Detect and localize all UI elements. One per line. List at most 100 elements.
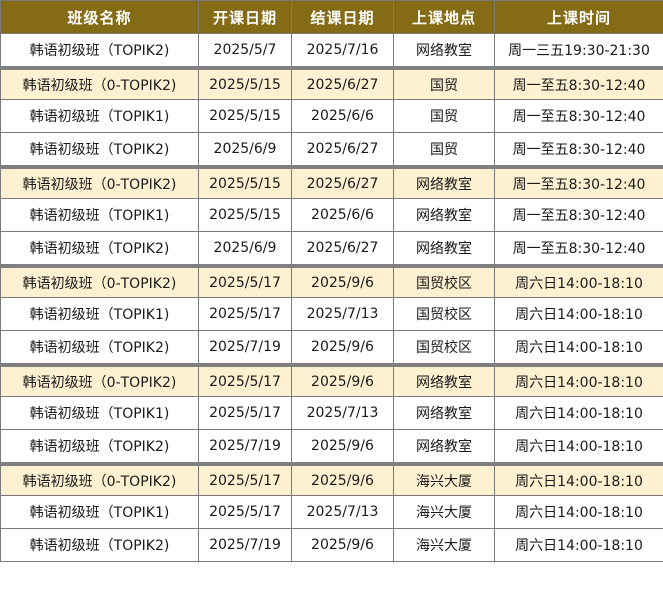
cell-class-time: 周一至五8:30-12:40 [494, 231, 663, 267]
cell-class-name: 韩语初级班（TOPIK2) [0, 132, 199, 168]
cell-start-date: 2025/7/19 [198, 330, 292, 366]
cell-location: 网络教室 [393, 363, 495, 397]
cell-class-name: 韩语初级班（0-TOPIK2) [0, 462, 199, 496]
header-class-time: 上课时间 [494, 0, 663, 34]
cell-location: 网络教室 [393, 429, 495, 465]
table-row: 韩语初级班（0-TOPIK2) 2025/5/17 2025/9/6 海兴大厦 … [0, 462, 663, 496]
cell-start-date: 2025/5/15 [198, 198, 292, 232]
header-start-date: 开课日期 [198, 0, 292, 34]
cell-end-date: 2025/6/27 [291, 66, 394, 100]
class-schedule-table: 班级名称 开课日期 结课日期 上课地点 上课时间 韩语初级班（TOPIK2) 2… [0, 0, 663, 562]
cell-class-time: 周六日14:00-18:10 [494, 462, 663, 496]
table-row: 韩语初级班（TOPIK2) 2025/6/9 2025/6/27 网络教室 周一… [0, 231, 663, 267]
cell-end-date: 2025/9/6 [291, 264, 394, 298]
table-row: 韩语初级班（TOPIK2) 2025/7/19 2025/9/6 网络教室 周六… [0, 429, 663, 465]
cell-location: 国贸 [393, 99, 495, 133]
cell-start-date: 2025/6/9 [198, 132, 292, 168]
cell-start-date: 2025/5/15 [198, 99, 292, 133]
header-location: 上课地点 [393, 0, 495, 34]
cell-start-date: 2025/6/9 [198, 231, 292, 267]
cell-end-date: 2025/6/27 [291, 165, 394, 199]
header-class-name: 班级名称 [0, 0, 199, 34]
table-row: 韩语初级班（0-TOPIK2) 2025/5/17 2025/9/6 国贸校区 … [0, 264, 663, 298]
cell-class-time: 周一三五19:30-21:30 [494, 33, 663, 69]
cell-start-date: 2025/5/17 [198, 462, 292, 496]
cell-location: 国贸校区 [393, 330, 495, 366]
cell-start-date: 2025/5/15 [198, 165, 292, 199]
cell-end-date: 2025/7/16 [291, 33, 394, 69]
table-header: 班级名称 开课日期 结课日期 上课地点 上课时间 [0, 0, 663, 34]
cell-location: 国贸 [393, 132, 495, 168]
cell-start-date: 2025/5/17 [198, 363, 292, 397]
table-row: 韩语初级班（TOPIK1) 2025/5/15 2025/6/6 网络教室 周一… [0, 198, 663, 232]
table-row: 韩语初级班（TOPIK2) 2025/5/7 2025/7/16 网络教室 周一… [0, 33, 663, 69]
cell-class-time: 周六日14:00-18:10 [494, 363, 663, 397]
cell-class-name: 韩语初级班（0-TOPIK2) [0, 363, 199, 397]
cell-start-date: 2025/5/17 [198, 495, 292, 529]
cell-location: 网络教室 [393, 396, 495, 430]
cell-location: 网络教室 [393, 165, 495, 199]
cell-end-date: 2025/9/6 [291, 363, 394, 397]
cell-class-name: 韩语初级班（TOPIK2) [0, 33, 199, 69]
cell-class-time: 周一至五8:30-12:40 [494, 198, 663, 232]
table-row: 韩语初级班（TOPIK1) 2025/5/17 2025/7/13 国贸校区 周… [0, 297, 663, 331]
cell-class-name: 韩语初级班（TOPIK1) [0, 198, 199, 232]
cell-class-name: 韩语初级班（TOPIK2) [0, 231, 199, 267]
cell-end-date: 2025/7/13 [291, 495, 394, 529]
cell-class-name: 韩语初级班（TOPIK1) [0, 396, 199, 430]
header-row: 班级名称 开课日期 结课日期 上课地点 上课时间 [0, 0, 663, 34]
cell-end-date: 2025/6/6 [291, 99, 394, 133]
cell-class-name: 韩语初级班（TOPIK1) [0, 297, 199, 331]
table-row: 韩语初级班（TOPIK1) 2025/5/15 2025/6/6 国贸 周一至五… [0, 99, 663, 133]
cell-end-date: 2025/7/13 [291, 297, 394, 331]
table-row: 韩语初级班（0-TOPIK2) 2025/5/17 2025/9/6 网络教室 … [0, 363, 663, 397]
cell-location: 网络教室 [393, 33, 495, 69]
cell-class-name: 韩语初级班（TOPIK1) [0, 99, 199, 133]
cell-location: 海兴大厦 [393, 495, 495, 529]
table-row: 韩语初级班（0-TOPIK2) 2025/5/15 2025/6/27 国贸 周… [0, 66, 663, 100]
table-row: 韩语初级班（TOPIK1) 2025/5/17 2025/7/13 海兴大厦 周… [0, 495, 663, 529]
cell-class-name: 韩语初级班（TOPIK1) [0, 495, 199, 529]
cell-end-date: 2025/6/6 [291, 198, 394, 232]
cell-end-date: 2025/6/27 [291, 132, 394, 168]
table-body: 韩语初级班（TOPIK2) 2025/5/7 2025/7/16 网络教室 周一… [0, 33, 663, 562]
cell-start-date: 2025/5/17 [198, 264, 292, 298]
cell-class-name: 韩语初级班（TOPIK2) [0, 429, 199, 465]
cell-class-time: 周一至五8:30-12:40 [494, 165, 663, 199]
cell-class-name: 韩语初级班（TOPIK2) [0, 528, 199, 562]
cell-location: 海兴大厦 [393, 528, 495, 562]
table-row: 韩语初级班（TOPIK2) 2025/6/9 2025/6/27 国贸 周一至五… [0, 132, 663, 168]
cell-end-date: 2025/6/27 [291, 231, 394, 267]
cell-class-time: 周一至五8:30-12:40 [494, 66, 663, 100]
cell-end-date: 2025/9/6 [291, 429, 394, 465]
cell-class-name: 韩语初级班（0-TOPIK2) [0, 165, 199, 199]
cell-end-date: 2025/9/6 [291, 462, 394, 496]
cell-start-date: 2025/5/7 [198, 33, 292, 69]
cell-end-date: 2025/9/6 [291, 330, 394, 366]
cell-class-time: 周六日14:00-18:10 [494, 264, 663, 298]
cell-class-time: 周六日14:00-18:10 [494, 528, 663, 562]
cell-class-time: 周一至五8:30-12:40 [494, 99, 663, 133]
cell-start-date: 2025/7/19 [198, 528, 292, 562]
cell-location: 国贸校区 [393, 264, 495, 298]
cell-end-date: 2025/9/6 [291, 528, 394, 562]
cell-class-name: 韩语初级班（0-TOPIK2) [0, 66, 199, 100]
cell-class-time: 周六日14:00-18:10 [494, 297, 663, 331]
cell-start-date: 2025/5/17 [198, 396, 292, 430]
cell-class-time: 周六日14:00-18:10 [494, 396, 663, 430]
cell-class-name: 韩语初级班（0-TOPIK2) [0, 264, 199, 298]
table-row: 韩语初级班（TOPIK2) 2025/7/19 2025/9/6 国贸校区 周六… [0, 330, 663, 366]
cell-class-time: 周六日14:00-18:10 [494, 495, 663, 529]
table-row: 韩语初级班（TOPIK1) 2025/5/17 2025/7/13 网络教室 周… [0, 396, 663, 430]
table-row: 韩语初级班（0-TOPIK2) 2025/5/15 2025/6/27 网络教室… [0, 165, 663, 199]
cell-location: 网络教室 [393, 231, 495, 267]
cell-class-name: 韩语初级班（TOPIK2) [0, 330, 199, 366]
cell-location: 国贸校区 [393, 297, 495, 331]
cell-end-date: 2025/7/13 [291, 396, 394, 430]
cell-location: 网络教室 [393, 198, 495, 232]
cell-start-date: 2025/5/15 [198, 66, 292, 100]
table-row: 韩语初级班（TOPIK2) 2025/7/19 2025/9/6 海兴大厦 周六… [0, 528, 663, 562]
header-end-date: 结课日期 [291, 0, 394, 34]
cell-location: 国贸 [393, 66, 495, 100]
cell-start-date: 2025/7/19 [198, 429, 292, 465]
